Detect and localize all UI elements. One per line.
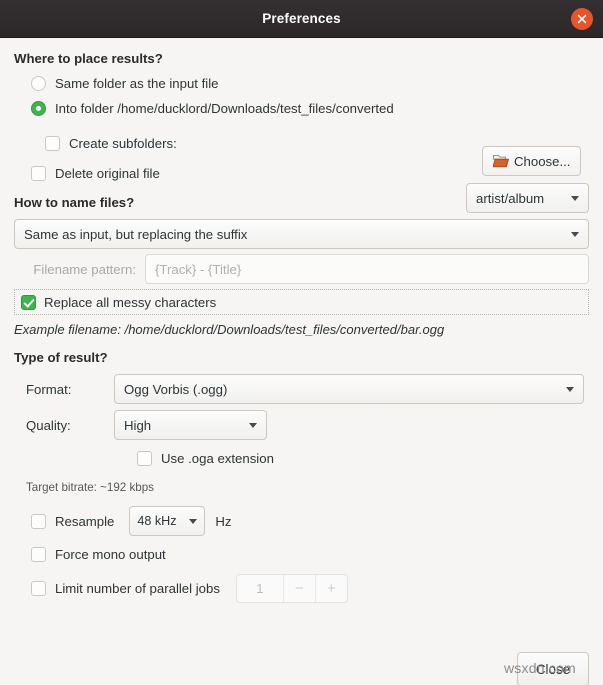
resample-rate-combo[interactable]: 48 kHz [129, 506, 206, 536]
label-resample-unit: Hz [215, 513, 232, 529]
label-use-oga: Use .oga extension [161, 451, 274, 466]
label-create-subfolders: Create subfolders: [69, 135, 177, 151]
label-filename-pattern: Filename pattern: [33, 261, 136, 277]
checkbox-use-oga[interactable] [137, 451, 152, 466]
checkbox-delete-original[interactable] [31, 166, 46, 181]
parallel-jobs-decrement-button[interactable]: − [282, 575, 315, 602]
format-combo[interactable]: Ogg Vorbis (.ogg) [114, 374, 584, 404]
choose-folder-label: Choose... [514, 153, 571, 169]
section-how-to-name: How to name files? Same as input, but re… [14, 195, 589, 337]
resample-row: Resample 48 kHz Hz [14, 506, 589, 536]
parallel-jobs-increment-button[interactable]: + [314, 575, 347, 602]
example-filename-row: Example filename: /home/ducklord/Downloa… [14, 322, 589, 337]
label-delete-original: Delete original file [55, 166, 160, 181]
radio-label-same-folder: Same folder as the input file [55, 76, 219, 91]
radio-label-into-folder: Into folder /home/ducklord/Downloads/tes… [55, 101, 394, 116]
parallel-jobs-spinner[interactable]: 1 − + [235, 574, 348, 603]
close-button[interactable]: Close [517, 652, 589, 685]
choose-folder-button[interactable]: Choose... [482, 146, 582, 176]
chevron-down-icon [571, 231, 579, 237]
quality-value: High [124, 417, 152, 433]
subfolders-pattern-value: artist/album [476, 190, 545, 206]
resample-rate-value: 48 kHz [137, 514, 177, 528]
checkbox-row-use-oga[interactable]: Use .oga extension [14, 451, 589, 466]
parallel-jobs-value[interactable]: 1 [237, 575, 283, 602]
quality-row: Quality: High [14, 410, 589, 440]
checkbox-create-subfolders[interactable] [45, 135, 60, 151]
label-format: Format: [26, 381, 72, 397]
section-heading-result: Type of result? [14, 350, 108, 365]
checkbox-replace-messy[interactable] [21, 294, 36, 310]
label-replace-messy: Replace all messy characters [44, 294, 217, 310]
example-filename-path: /home/ducklord/Downloads/test_files/conv… [124, 322, 445, 337]
section-where-to-place: Where to place results? Same folder as t… [14, 51, 589, 213]
quality-combo[interactable]: High [114, 410, 267, 440]
label-force-mono: Force mono output [55, 547, 166, 562]
chevron-down-icon [189, 518, 198, 524]
radio-row-into-folder[interactable]: Into folder /home/ducklord/Downloads/tes… [14, 101, 589, 176]
section-heading-where: Where to place results? [14, 51, 163, 66]
label-limit-jobs: Limit number of parallel jobs [55, 581, 220, 596]
window-close-button[interactable] [571, 7, 593, 30]
preferences-content: Where to place results? Same folder as t… [0, 51, 603, 685]
replace-messy-focus-frame[interactable]: Replace all messy characters [14, 289, 589, 315]
radio-into-folder[interactable] [31, 101, 46, 116]
filename-pattern-input[interactable]: {Track} - {Title} [145, 254, 589, 284]
format-value: Ogg Vorbis (.ogg) [124, 381, 228, 397]
naming-scheme-value: Same as input, but replacing the suffix [24, 226, 248, 242]
label-resample: Resample [55, 513, 115, 529]
close-icon [577, 14, 587, 23]
titlebar: Preferences [0, 0, 603, 38]
checkbox-limit-jobs[interactable] [31, 581, 46, 596]
filename-pattern-placeholder: {Track} - {Title} [155, 261, 242, 277]
checkbox-row-force-mono[interactable]: Force mono output [14, 547, 589, 562]
chevron-down-icon [566, 386, 574, 392]
target-bitrate-text: Target bitrate: ~192 kbps [26, 481, 154, 494]
window-title: Preferences [262, 11, 341, 26]
section-type-of-result: Type of result? Format: Ogg Vorbis (.ogg… [14, 350, 589, 603]
chevron-down-icon [249, 422, 257, 428]
checkbox-force-mono[interactable] [31, 547, 46, 562]
filename-pattern-row: Filename pattern: {Track} - {Title} [14, 254, 589, 284]
limit-jobs-row: Limit number of parallel jobs 1 − + [14, 574, 589, 603]
radio-row-same-folder[interactable]: Same folder as the input file [14, 76, 589, 91]
chevron-down-icon [571, 195, 579, 201]
naming-scheme-combo[interactable]: Same as input, but replacing the suffix [14, 219, 589, 249]
format-row: Format: Ogg Vorbis (.ogg) [14, 374, 589, 404]
preferences-window: Preferences Where to place results? Same… [0, 0, 603, 685]
radio-same-folder[interactable] [31, 76, 46, 91]
checkbox-resample[interactable] [31, 513, 46, 529]
subfolders-pattern-combo[interactable]: artist/album [466, 183, 589, 213]
close-button-label: Close [535, 661, 571, 677]
label-quality: Quality: [26, 417, 71, 433]
folder-icon [493, 155, 509, 168]
example-filename-label: Example filename: [14, 322, 121, 337]
